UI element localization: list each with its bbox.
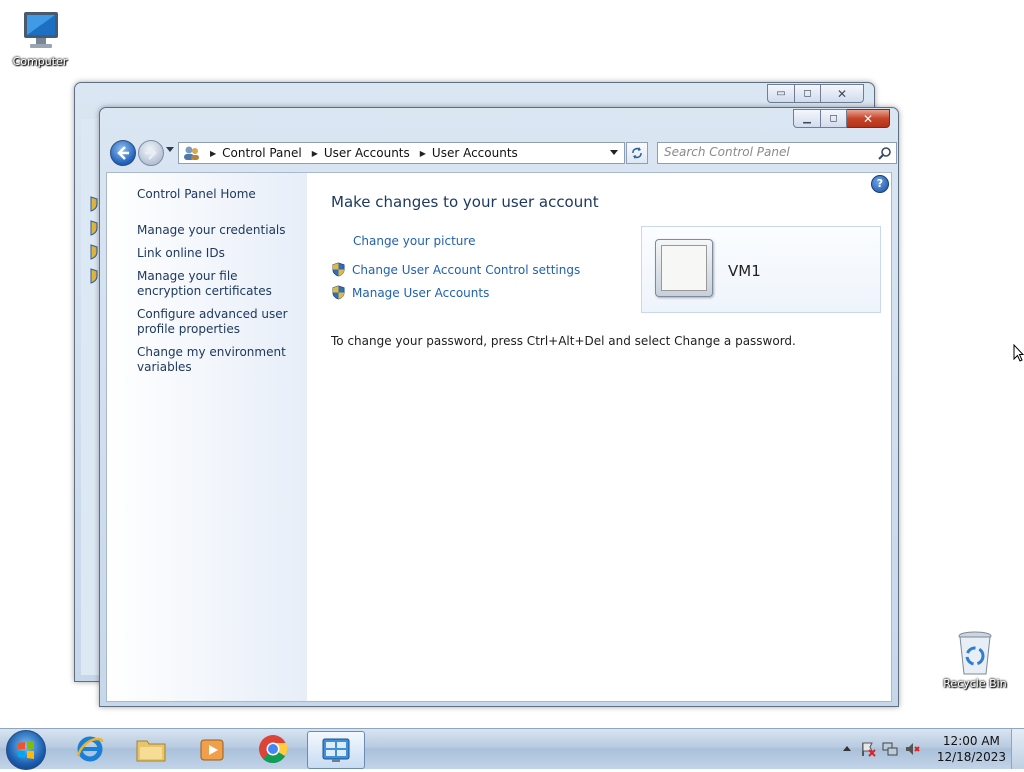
account-tile: VM1 (641, 226, 881, 313)
internet-explorer-icon (76, 736, 104, 762)
computer-icon (16, 10, 64, 54)
forward-button[interactable] (138, 140, 164, 166)
taskbar-control-panel[interactable] (307, 731, 365, 769)
show-hidden-icons-icon[interactable] (842, 744, 852, 752)
folder-icon (136, 740, 166, 762)
recycle-bin-icon (955, 630, 995, 676)
minimize-button[interactable]: ▭ (767, 84, 795, 103)
task-label: Change your picture (353, 234, 476, 248)
taskbar-chrome[interactable] (245, 731, 301, 767)
link-uac-settings[interactable]: Change User Account Control settings (331, 262, 580, 277)
desktop-icon-recycle-bin[interactable]: Recycle Bin (937, 630, 1013, 690)
link-advanced-profile-properties[interactable]: Configure advanced user profile properti… (137, 307, 297, 337)
search-icon[interactable] (878, 146, 892, 160)
help-icon[interactable]: ? (871, 175, 889, 193)
link-manage-user-accounts[interactable]: Manage User Accounts (331, 285, 489, 300)
address-bar[interactable]: ▶ Control Panel ▶ User Accounts ▶ User A… (178, 142, 625, 164)
avatar[interactable] (655, 239, 713, 297)
clock-time: 12:00 AM (942, 734, 1000, 748)
link-environment-variables[interactable]: Change my environment variables (137, 345, 297, 375)
password-instructions: To change your password, press Ctrl+Alt+… (331, 334, 796, 348)
control-panel-icon (322, 738, 350, 762)
refresh-button[interactable] (626, 142, 648, 164)
link-online-ids[interactable]: Link online IDs (137, 246, 297, 261)
clock-date: 12/18/2023 (936, 750, 1006, 764)
minimize-button[interactable]: ▁ (793, 109, 821, 128)
uac-shield-icon (332, 262, 345, 277)
caption-buttons: ▁ ◻ ✕ (793, 109, 890, 128)
refresh-icon (632, 147, 642, 159)
arrow-right-icon (145, 146, 157, 160)
account-name: VM1 (728, 262, 761, 280)
system-tray: 12:00 AM 12/18/2023 (834, 729, 1024, 769)
taskbar-media-player[interactable] (184, 731, 240, 767)
chevron-right-icon: ▶ (311, 148, 318, 158)
network-icon[interactable] (882, 741, 898, 757)
action-center-flag-icon[interactable] (860, 741, 876, 757)
maximize-button[interactable]: ◻ (795, 84, 821, 103)
desktop-icon-computer[interactable]: Computer (2, 10, 78, 68)
desktop-icon-label: Computer (12, 55, 68, 68)
windows-logo-icon (18, 741, 34, 759)
breadcrumb-control-panel[interactable]: ▶ Control Panel (204, 146, 302, 160)
link-file-encryption-certificates[interactable]: Manage your file encryption certificates (137, 269, 297, 299)
desktop-icon-label: Recycle Bin (943, 677, 1007, 690)
close-button[interactable]: ✕ (847, 109, 890, 128)
background-window-left-pane (81, 119, 100, 675)
volume-muted-icon[interactable] (904, 741, 920, 757)
start-button[interactable] (6, 730, 46, 770)
page-title: Make changes to your user account (331, 193, 599, 211)
link-manage-credentials[interactable]: Manage your credentials (137, 223, 297, 238)
clock[interactable]: 12:00 AM 12/18/2023 (937, 733, 1006, 765)
chrome-icon (259, 735, 288, 764)
user-accounts-window[interactable]: ▁ ◻ ✕ ▶ Control Panel ▶ User Accounts ▶ … (99, 107, 899, 707)
task-label: Change User Account Control settings (352, 262, 581, 277)
maximize-button[interactable]: ◻ (821, 109, 847, 128)
window-content: Control Panel Home Manage your credentia… (106, 172, 892, 702)
taskbar-internet-explorer[interactable] (62, 731, 118, 767)
close-button[interactable]: ✕ (821, 84, 864, 103)
arrow-left-icon (117, 146, 129, 160)
media-player-icon (200, 739, 224, 761)
back-button[interactable] (110, 140, 136, 166)
recent-pages-dropdown[interactable] (166, 147, 174, 152)
taskbar: 12:00 AM 12/18/2023 (0, 728, 1024, 770)
chevron-right-icon: ▶ (210, 148, 217, 158)
tasks-pane: Control Panel Home Manage your credentia… (107, 173, 307, 701)
search-box[interactable] (657, 142, 897, 164)
uac-shield-icon (332, 285, 345, 300)
taskbar-windows-explorer[interactable] (123, 731, 179, 767)
caption-buttons: ▭ ◻ ✕ (767, 84, 864, 103)
user-accounts-icon (184, 146, 199, 160)
user-picture (661, 245, 707, 291)
chevron-right-icon: ▶ (419, 148, 426, 158)
address-dropdown-button[interactable] (610, 150, 618, 155)
navigation-bar: ▶ Control Panel ▶ User Accounts ▶ User A… (108, 138, 897, 166)
task-label: Manage User Accounts (352, 285, 490, 300)
breadcrumb-user-accounts-current[interactable]: ▶ User Accounts (414, 146, 518, 160)
mouse-cursor-icon (1013, 344, 1024, 362)
search-input[interactable] (658, 143, 880, 161)
link-control-panel-home[interactable]: Control Panel Home (137, 187, 297, 202)
show-desktop-button[interactable] (1011, 729, 1024, 769)
link-change-picture[interactable]: Change your picture (353, 234, 475, 248)
main-pane: ? Make changes to your user account Chan… (307, 173, 891, 701)
breadcrumb-user-accounts[interactable]: ▶ User Accounts (306, 146, 410, 160)
